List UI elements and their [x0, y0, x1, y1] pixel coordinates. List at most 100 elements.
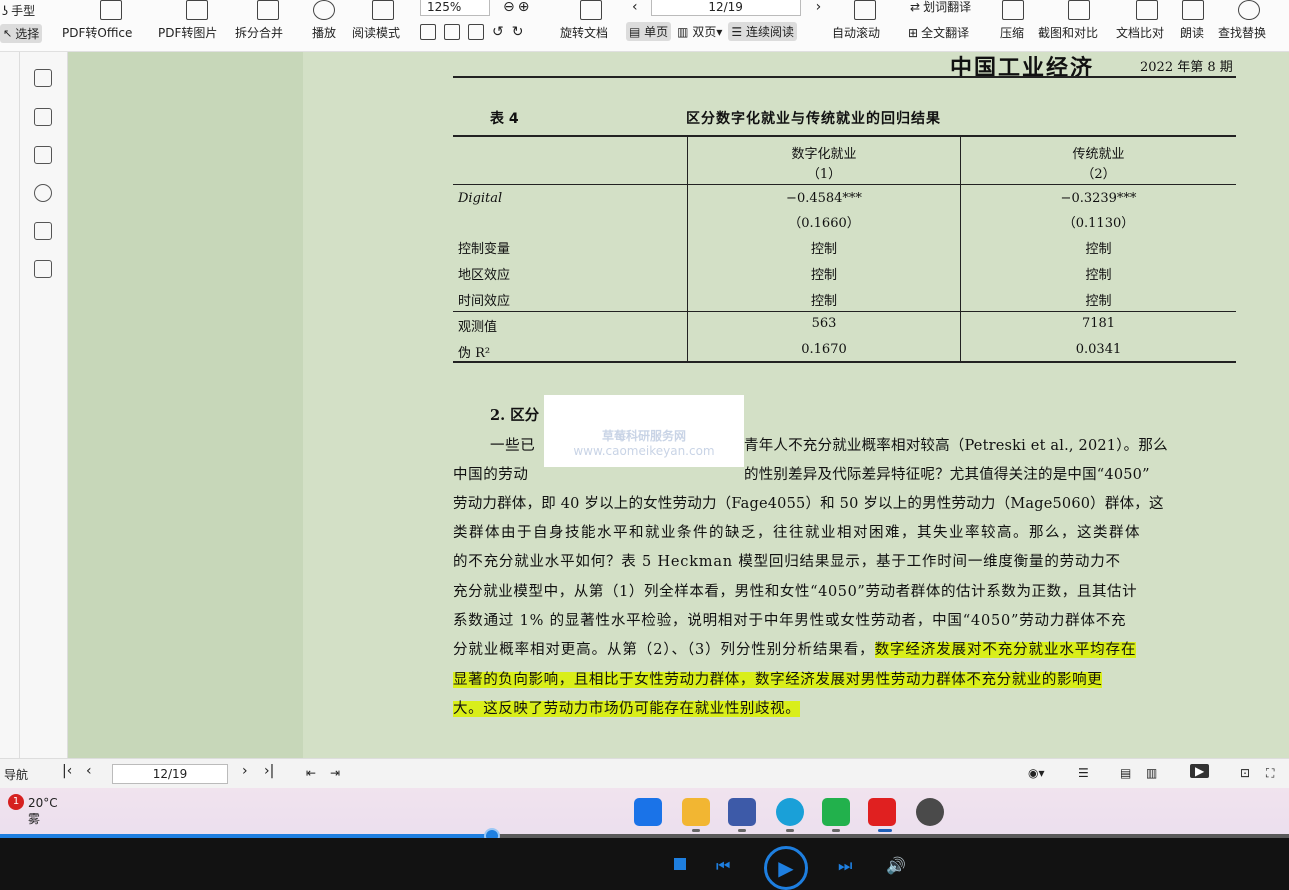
rotate-right-icon[interactable]: ↻ — [512, 24, 524, 40]
table-cell: 563 — [811, 316, 837, 331]
windows-start-icon[interactable] — [634, 798, 662, 826]
actual-size-icon[interactable] — [420, 24, 436, 40]
search-icon — [1238, 0, 1260, 20]
weather-widget[interactable]: 20°C 雾 — [28, 796, 58, 827]
column-header: 数字化就业 — [791, 147, 857, 162]
os-taskbar: 1 20°C 雾 — [0, 788, 1289, 838]
last-page-icon[interactable]: ›| — [264, 763, 274, 779]
volume-icon[interactable]: 🔊 — [886, 856, 906, 875]
page-number-field[interactable]: 12/19 — [112, 764, 228, 784]
rotate-doc-icon — [580, 0, 602, 20]
paragraph-line: 劳动力群体，即 40 岁以上的女性劳动力（Fage4055）和 50 岁以上的男… — [453, 496, 1164, 512]
file-explorer-icon[interactable] — [682, 798, 710, 826]
table-cell: 控制 — [1085, 294, 1112, 309]
previous-icon[interactable]: ⏮ — [716, 856, 730, 876]
book-icon — [372, 0, 394, 20]
table-number: 表 4 — [490, 111, 519, 127]
status-bar: 导航 |‹ ‹ 12/19 › ›| ⇤ ⇥ ◉▾ ☰ ▤ ▥ ▶ ⊡ ⛶ — [0, 758, 1289, 788]
app-icon[interactable] — [916, 798, 944, 826]
pdf-to-image-button[interactable]: PDF转图片 — [158, 0, 217, 41]
header-rule — [453, 76, 1236, 78]
table-cell: 控制 — [810, 268, 837, 283]
sidebar — [20, 52, 68, 758]
select-tool-button[interactable]: ↖ 选择 — [0, 24, 43, 43]
read-aloud-button[interactable]: 朗读 — [1180, 0, 1204, 41]
play-button[interactable]: 播放 — [312, 0, 336, 41]
translate-button[interactable]: ⇄ 划词翻译 — [910, 0, 971, 15]
nav-button[interactable]: 导航 — [4, 766, 28, 783]
table-cell: −0.3239*** — [1060, 191, 1137, 206]
hand-tool-button[interactable]: ʖ 手型 — [2, 2, 35, 19]
continuous-read-button[interactable]: ☰ 连续阅读 — [728, 22, 797, 41]
table-cell: （0.1130） — [1062, 216, 1135, 231]
thumbnail-icon[interactable] — [34, 108, 52, 126]
prev-page-icon[interactable]: ‹ — [86, 763, 92, 779]
compress-button[interactable]: 压缩 — [1000, 0, 1024, 41]
stop-icon[interactable] — [674, 858, 686, 870]
fit-width-icon[interactable] — [468, 24, 484, 40]
calendar-app-icon[interactable] — [728, 798, 756, 826]
next-page-icon[interactable]: › — [816, 0, 822, 15]
zoom-select[interactable]: 125% ⊖ ⊕ — [420, 0, 529, 16]
continuous-view-icon[interactable]: ☰ — [1078, 766, 1089, 780]
paragraph-line: 一些已 — [490, 438, 536, 454]
play-pause-button[interactable]: ▶ — [764, 846, 808, 890]
eye-protection-icon[interactable]: ◉▾ — [1028, 766, 1045, 780]
column-header: 传统就业 — [1072, 147, 1125, 162]
fit-page-icon[interactable]: ⛶ — [1266, 766, 1274, 781]
find-replace-button[interactable]: 查找替换 — [1218, 0, 1266, 41]
layers-icon[interactable] — [34, 260, 52, 278]
paragraph-line: 的性别差异及代际差异特征呢？尤其值得关注的是中国“4050” — [744, 467, 1150, 483]
paragraph-line: 分就业概率相对更高。从第（2）、（3）列分性别分析结果看，数字经济发展对不充分就… — [453, 638, 1137, 659]
pdf-to-office-button[interactable]: PDF转Office — [62, 0, 132, 41]
next-icon[interactable]: ⏭ — [838, 856, 852, 876]
zoom-value[interactable]: 125% — [420, 0, 490, 16]
table-mid-rule — [453, 311, 1236, 312]
single-view-icon[interactable]: ▤ — [1120, 766, 1131, 780]
first-page-icon[interactable]: |‹ — [62, 763, 72, 779]
attachment-icon[interactable] — [34, 184, 52, 202]
back-icon[interactable]: ⇤ — [306, 766, 316, 780]
row-label: 时间效应 — [458, 294, 511, 309]
table-cell: （0.1660） — [788, 216, 860, 231]
prev-page-icon[interactable]: ‹ — [632, 0, 638, 15]
wps-office-icon[interactable] — [868, 798, 896, 826]
view-tools: ↺ ↻ — [420, 24, 523, 40]
cursor-icon: ↖ — [3, 27, 13, 40]
notification-badge: 1 — [8, 794, 24, 810]
actual-size-icon[interactable]: ⊡ — [1240, 766, 1250, 780]
auto-scroll-icon — [854, 0, 876, 20]
zoom-in-icon[interactable]: ⊕ — [518, 0, 530, 15]
forward-icon[interactable]: ⇥ — [330, 766, 340, 780]
doc-compare-button[interactable]: 文档比对 — [1116, 0, 1164, 41]
fit-page-icon[interactable] — [444, 24, 460, 40]
edge-browser-icon[interactable] — [776, 798, 804, 826]
rotate-left-icon[interactable]: ↺ — [492, 24, 504, 40]
read-mode-button[interactable]: 阅读模式 — [352, 0, 400, 41]
wechat-icon[interactable] — [822, 798, 850, 826]
full-translate-button[interactable]: ⊞ 全文翻译 — [908, 24, 969, 41]
rotate-doc-button[interactable]: 旋转文档 — [560, 0, 608, 41]
page-number-field[interactable]: 12/19 — [650, 0, 801, 16]
comment-icon[interactable] — [34, 146, 52, 164]
table-cell: 控制 — [1085, 242, 1112, 257]
double-page-button[interactable]: ▥ 双页▾ — [677, 23, 722, 40]
watermark: 草莓科研服务网 www.caomeikeyan.com — [544, 395, 744, 467]
signature-icon[interactable] — [34, 222, 52, 240]
row-label: 控制变量 — [458, 242, 511, 257]
full-translate-icon: ⊞ — [908, 25, 919, 40]
split-merge-button[interactable]: 拆分合并 — [235, 0, 283, 41]
screenshot-compare-button[interactable]: 截图和对比 — [1038, 0, 1098, 41]
double-view-icon[interactable]: ▥ — [1146, 766, 1157, 780]
auto-scroll-button[interactable]: 自动滚动 — [832, 0, 880, 41]
bookmark-icon[interactable] — [34, 69, 52, 87]
single-page-button[interactable]: ▤ 单页 — [626, 22, 672, 41]
active-indicator — [878, 829, 892, 832]
next-page-icon[interactable]: › — [242, 763, 248, 779]
paragraph-line: 系数通过 1% 的显著性水平检验，说明相对于中年男性或女性劳动者，中国“4050… — [453, 613, 1127, 629]
row-label: 伪 R² — [458, 346, 491, 361]
screen: ʖ 手型 ↖ 选择 PDF转Office PDF转图片 拆分合并 播放 阅读模式 — [0, 0, 1289, 890]
play-icon[interactable]: ▶ — [1190, 764, 1210, 778]
zoom-out-icon[interactable]: ⊖ — [503, 0, 515, 15]
image-icon — [185, 0, 208, 20]
